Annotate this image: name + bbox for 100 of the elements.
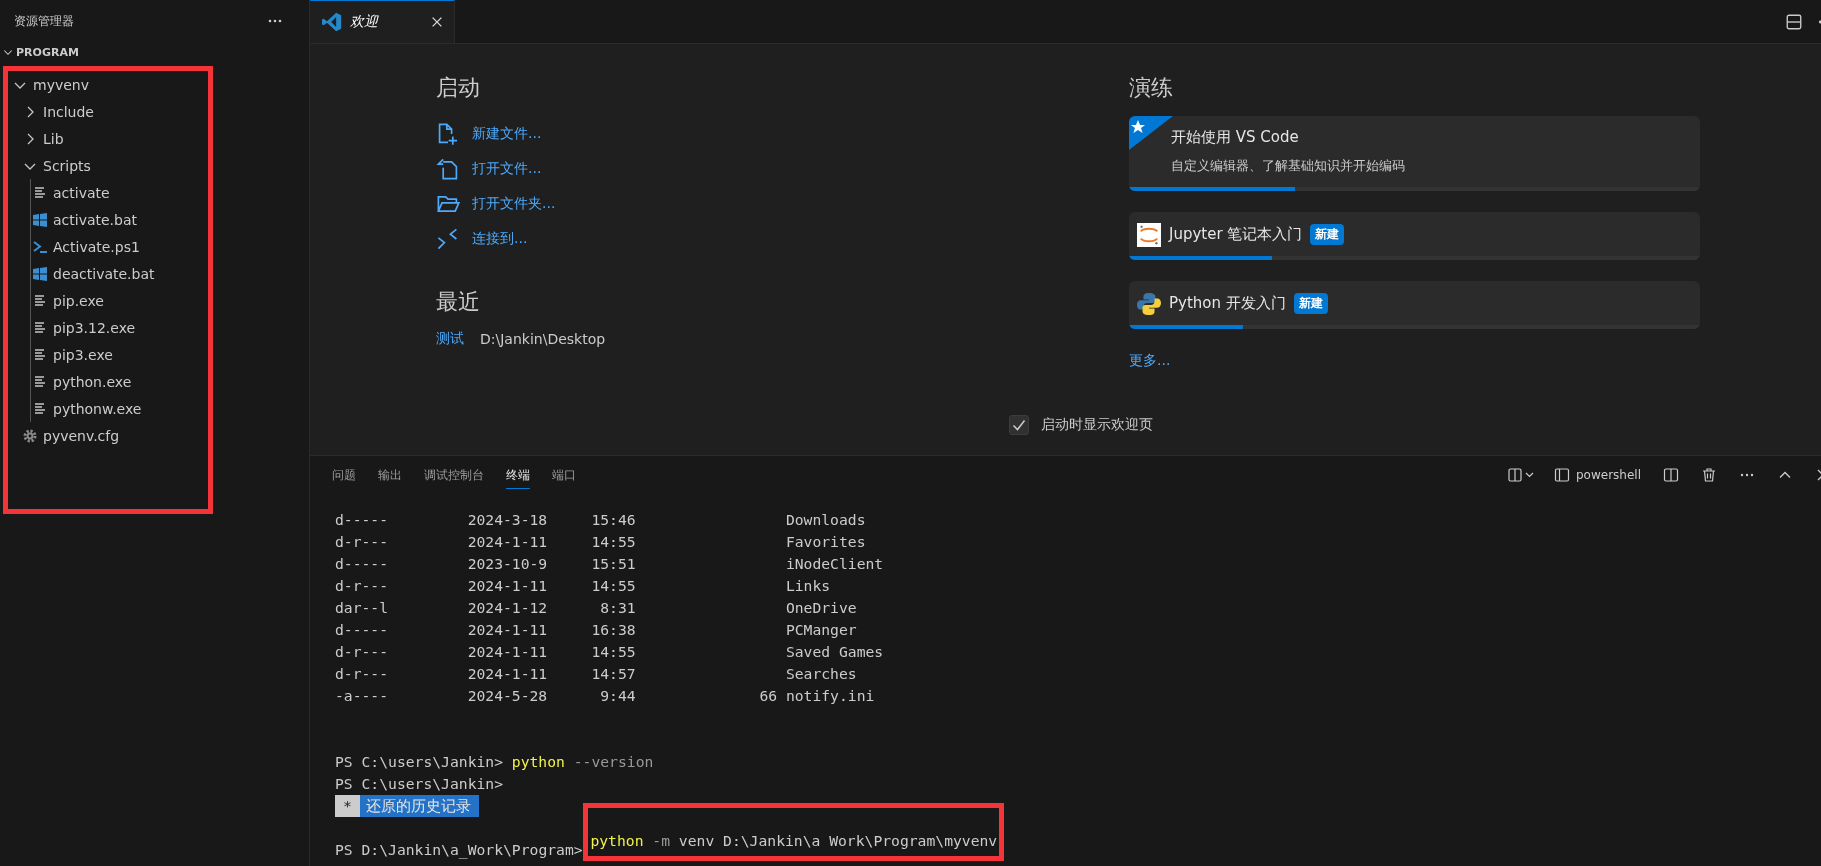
terminal-text: 2024-1-12 <box>467 598 549 618</box>
terminal-notice: * 还原的历史记录 <box>335 795 479 817</box>
file-item[interactable]: Activate.ps1 <box>53 238 140 255</box>
walkthrough-title: 开始使用 VS Code <box>1171 128 1299 147</box>
panel-tab[interactable]: 问题 <box>332 461 356 489</box>
start-action-link[interactable]: 新建文件... <box>472 124 542 143</box>
file-item[interactable]: python.exe <box>53 373 132 390</box>
explorer-title: 资源管理器 <box>14 12 75 30</box>
open-file-icon <box>436 156 460 181</box>
terminal-text: 66 <box>759 687 778 704</box>
recent-folder-path: D:\Jankin\Desktop <box>480 331 606 347</box>
folder-item[interactable]: Lib <box>43 130 64 147</box>
snake-logo-icon <box>1137 291 1161 316</box>
terminal-text: d----- <box>335 510 390 530</box>
file-item[interactable]: pyvenv.cfg <box>43 427 120 444</box>
terminal-text: PCManger <box>785 620 857 640</box>
terminal-text: 2024-1-11 <box>467 620 549 640</box>
featured-star-icon <box>1129 116 1173 150</box>
file-item[interactable]: pip3.exe <box>53 346 113 363</box>
file-lines-icon <box>32 346 48 363</box>
terminal-text: dar--l <box>335 598 390 618</box>
split-terminal-icon[interactable] <box>1663 467 1679 483</box>
file-lines-icon <box>32 373 48 390</box>
folder-item[interactable]: Include <box>43 103 94 120</box>
file-item[interactable]: deactivate.bat <box>53 265 155 282</box>
terminal-text: 2024-1-11 <box>467 576 549 596</box>
terminal-text: 2024-1-11 <box>467 532 549 552</box>
terminal-text: 15:46 <box>591 510 636 530</box>
terminal-text: 8:31 <box>599 598 636 618</box>
trash-icon[interactable] <box>1701 467 1717 483</box>
more-link[interactable]: 更多... <box>1129 352 1171 370</box>
folder-item[interactable]: myvenv <box>33 76 89 93</box>
terminal-profile-button[interactable]: powershell <box>1554 467 1641 483</box>
terminal-text: d----- <box>335 620 390 640</box>
terminal-text: 14:55 <box>591 576 636 596</box>
terminal-text: 2024-1-11 <box>467 642 549 662</box>
file-item[interactable]: activate <box>53 184 110 201</box>
split-dropdown-icon[interactable] <box>1508 467 1536 483</box>
file-item[interactable]: pip.exe <box>53 292 104 309</box>
terminal-text: 15:51 <box>591 554 636 574</box>
tab-label: 欢迎 <box>350 13 380 31</box>
file-item[interactable]: pythonw.exe <box>53 400 142 417</box>
windows-icon <box>32 211 48 228</box>
terminal-text: d-r--- <box>335 576 390 596</box>
terminal-text: 2024-1-11 <box>467 664 549 684</box>
start-action-link[interactable]: 打开文件... <box>472 159 542 178</box>
new-badge: 新建 <box>1310 224 1345 245</box>
terminal-text: 14:55 <box>591 642 636 662</box>
terminal-text: d-r--- <box>335 664 390 684</box>
terminal-text: Downloads <box>785 510 866 530</box>
folder-item[interactable]: Scripts <box>43 157 91 174</box>
gear-icon <box>22 427 38 444</box>
notebook-logo-icon <box>1137 222 1161 247</box>
terminal-text: 9:44 <box>599 686 636 706</box>
file-lines-icon <box>32 184 48 201</box>
file-lines-icon <box>32 319 48 336</box>
walkthrough-card[interactable]: Jupyter 笔记本入门 新建 <box>1129 212 1700 260</box>
file-item[interactable]: activate.bat <box>53 211 138 228</box>
windows-icon <box>32 265 48 282</box>
checkbox-label: 启动时显示欢迎页 <box>1040 416 1153 434</box>
terminal-text: d----- <box>335 554 390 574</box>
new-badge: 新建 <box>1293 293 1328 314</box>
terminal-command: python --version <box>511 752 654 772</box>
terminal-text: iNodeClient <box>785 554 884 574</box>
highlight-frame: python -m venv D:\Jankin\a Work\Program\myvenv <box>583 803 1005 861</box>
checkbox[interactable] <box>1008 415 1029 435</box>
split-editor-icon[interactable] <box>1785 12 1803 31</box>
remote-connect-icon <box>436 226 460 251</box>
terminal-text: Links <box>785 576 831 596</box>
terminal-text: 14:57 <box>591 664 636 684</box>
panel-tab[interactable]: 调试控制台 <box>424 461 484 489</box>
terminal-text: Favorites <box>785 532 866 552</box>
file-item[interactable]: pip3.12.exe <box>53 319 136 336</box>
panel-tab[interactable]: 端口 <box>552 461 576 489</box>
new-file-icon <box>436 121 460 146</box>
folder-section-header[interactable]: PROGRAM <box>16 45 79 59</box>
terminal-text: 2023-10-9 <box>467 554 549 574</box>
start-action-link[interactable]: 打开文件夹... <box>472 194 556 213</box>
file-lines-icon <box>32 292 48 309</box>
app-logo-icon <box>322 12 342 32</box>
file-lines-icon <box>32 400 48 417</box>
walkthrough-description: 自定义编辑器、了解基础知识并开始编码 <box>1170 157 1406 175</box>
terminal-prompt: PS C:\users\Jankin> <box>335 752 503 772</box>
walkthrough-card[interactable]: 开始使用 VS Code 自定义编辑器、了解基础知识并开始编码 <box>1129 116 1700 191</box>
walkthrough-card[interactable]: Python 开发入门 新建 <box>1129 281 1700 329</box>
terminal-text: d-r--- <box>335 532 390 552</box>
section-heading: 演练 <box>1129 74 1174 102</box>
terminal-text: -a---- <box>335 686 390 706</box>
panel-tab[interactable]: 终端 <box>506 461 530 489</box>
close-icon[interactable] <box>430 15 444 29</box>
editor-tab[interactable]: 欢迎 <box>310 0 455 43</box>
terminal-text: 2024-5-28 <box>467 686 549 706</box>
terminal-prompt: PS D:\Jankin\a_Work\Program> <box>335 840 583 861</box>
panel-tab[interactable]: 输出 <box>378 461 402 489</box>
terminal-prompt: PS C:\users\Jankin> <box>335 774 503 794</box>
walkthrough-title: Python 开发入门 <box>1169 294 1286 313</box>
terminal-text: 2024-3-18 <box>467 510 549 530</box>
start-action-link[interactable]: 连接到... <box>472 229 528 248</box>
recent-folder-link[interactable]: 测试 <box>436 330 464 348</box>
terminal-icon <box>1554 467 1570 483</box>
